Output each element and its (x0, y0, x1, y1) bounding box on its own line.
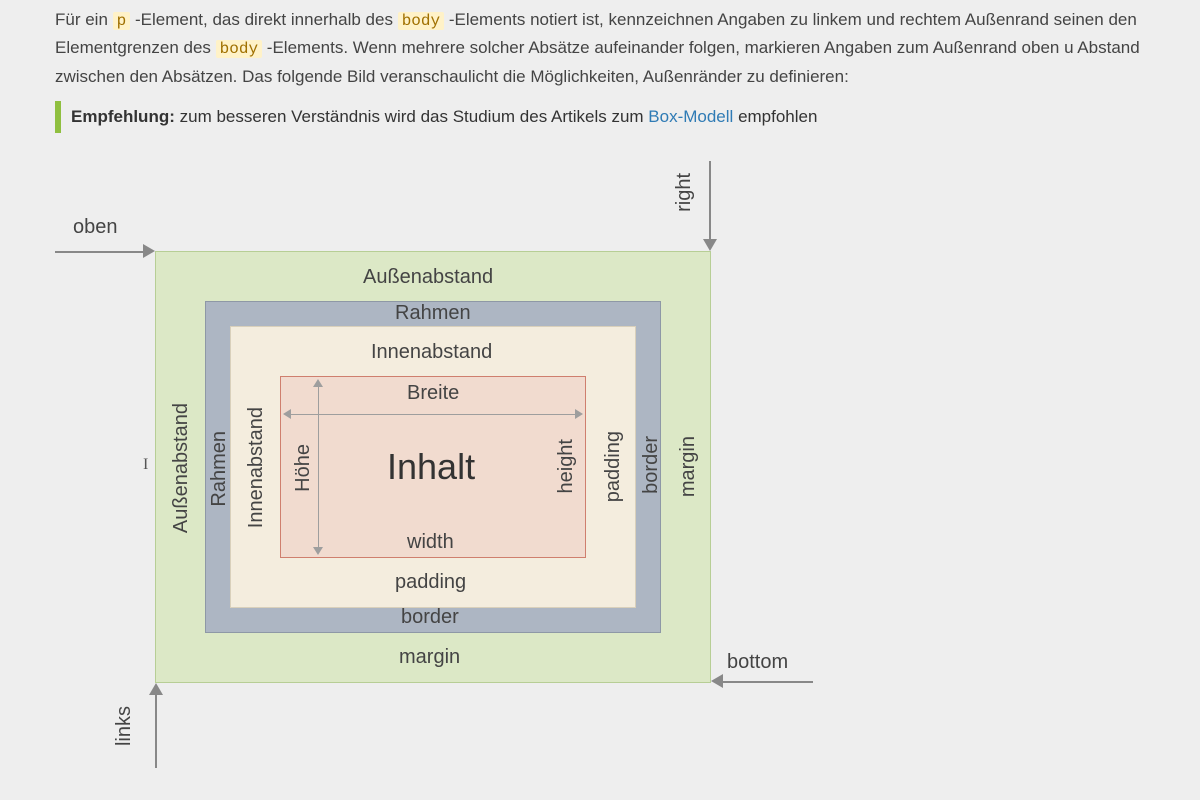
label-height-en: height (555, 439, 578, 494)
article-body: Für ein p -Element, das direkt innerhalb… (0, 6, 1200, 771)
label-padding-de-top: Innenabstand (371, 341, 492, 364)
recommendation-note: Empfehlung: zum besseren Verständnis wir… (55, 101, 1200, 133)
code-p: p (113, 12, 131, 30)
code-body-1: body (398, 12, 444, 30)
intro-paragraph: Für ein p -Element, das direkt innerhalb… (55, 6, 1200, 91)
label-margin-de-left: Außenabstand (170, 403, 193, 533)
dim-width-head-r (575, 409, 583, 419)
label-padding-en-bottom: padding (395, 571, 466, 594)
arrow-right-line (709, 161, 711, 241)
text: Für ein (55, 10, 113, 29)
dim-height-line (318, 386, 319, 548)
note-label: Empfehlung: (71, 107, 175, 126)
arrow-bottom-line (723, 681, 813, 683)
label-margin-en-bottom: margin (399, 646, 460, 669)
label-margin-de-top: Außenabstand (363, 266, 493, 289)
note-text: zum besseren Verständnis wird das Studiu… (180, 107, 649, 126)
text: -Element, das direkt innerhalb des (135, 10, 398, 29)
arrow-top-line (55, 251, 145, 253)
label-border-en-bottom: border (401, 606, 459, 629)
label-padding-de-left: Innenabstand (245, 407, 268, 528)
label-content: Inhalt (387, 446, 475, 488)
dim-width-head-l (283, 409, 291, 419)
box-model-link[interactable]: Box-Modell (648, 107, 733, 126)
arrow-label-right: right (673, 173, 696, 212)
note-text: empfohlen (738, 107, 817, 126)
arrow-label-top: oben (73, 216, 118, 239)
label-width-en: width (407, 531, 454, 554)
arrow-left-line (155, 693, 157, 768)
label-border-de-left: Rahmen (208, 431, 231, 507)
text-cursor-icon: I (143, 456, 148, 474)
dim-height-head-u (313, 379, 323, 387)
label-margin-en-right: margin (677, 436, 700, 497)
arrow-label-bottom: bottom (727, 651, 788, 674)
box-model-diagram: I oben right bottom links Außenabstand R… (55, 151, 815, 771)
arrow-label-left: links (113, 706, 136, 746)
label-height-de: Höhe (292, 444, 315, 492)
dim-height-head-d (313, 547, 323, 555)
label-padding-en-right: padding (602, 431, 625, 502)
code-body-2: body (216, 40, 262, 58)
label-border-de-top: Rahmen (395, 302, 471, 325)
dim-width-line (290, 414, 576, 415)
label-border-en-right: border (640, 436, 663, 494)
label-width-de: Breite (407, 382, 459, 405)
